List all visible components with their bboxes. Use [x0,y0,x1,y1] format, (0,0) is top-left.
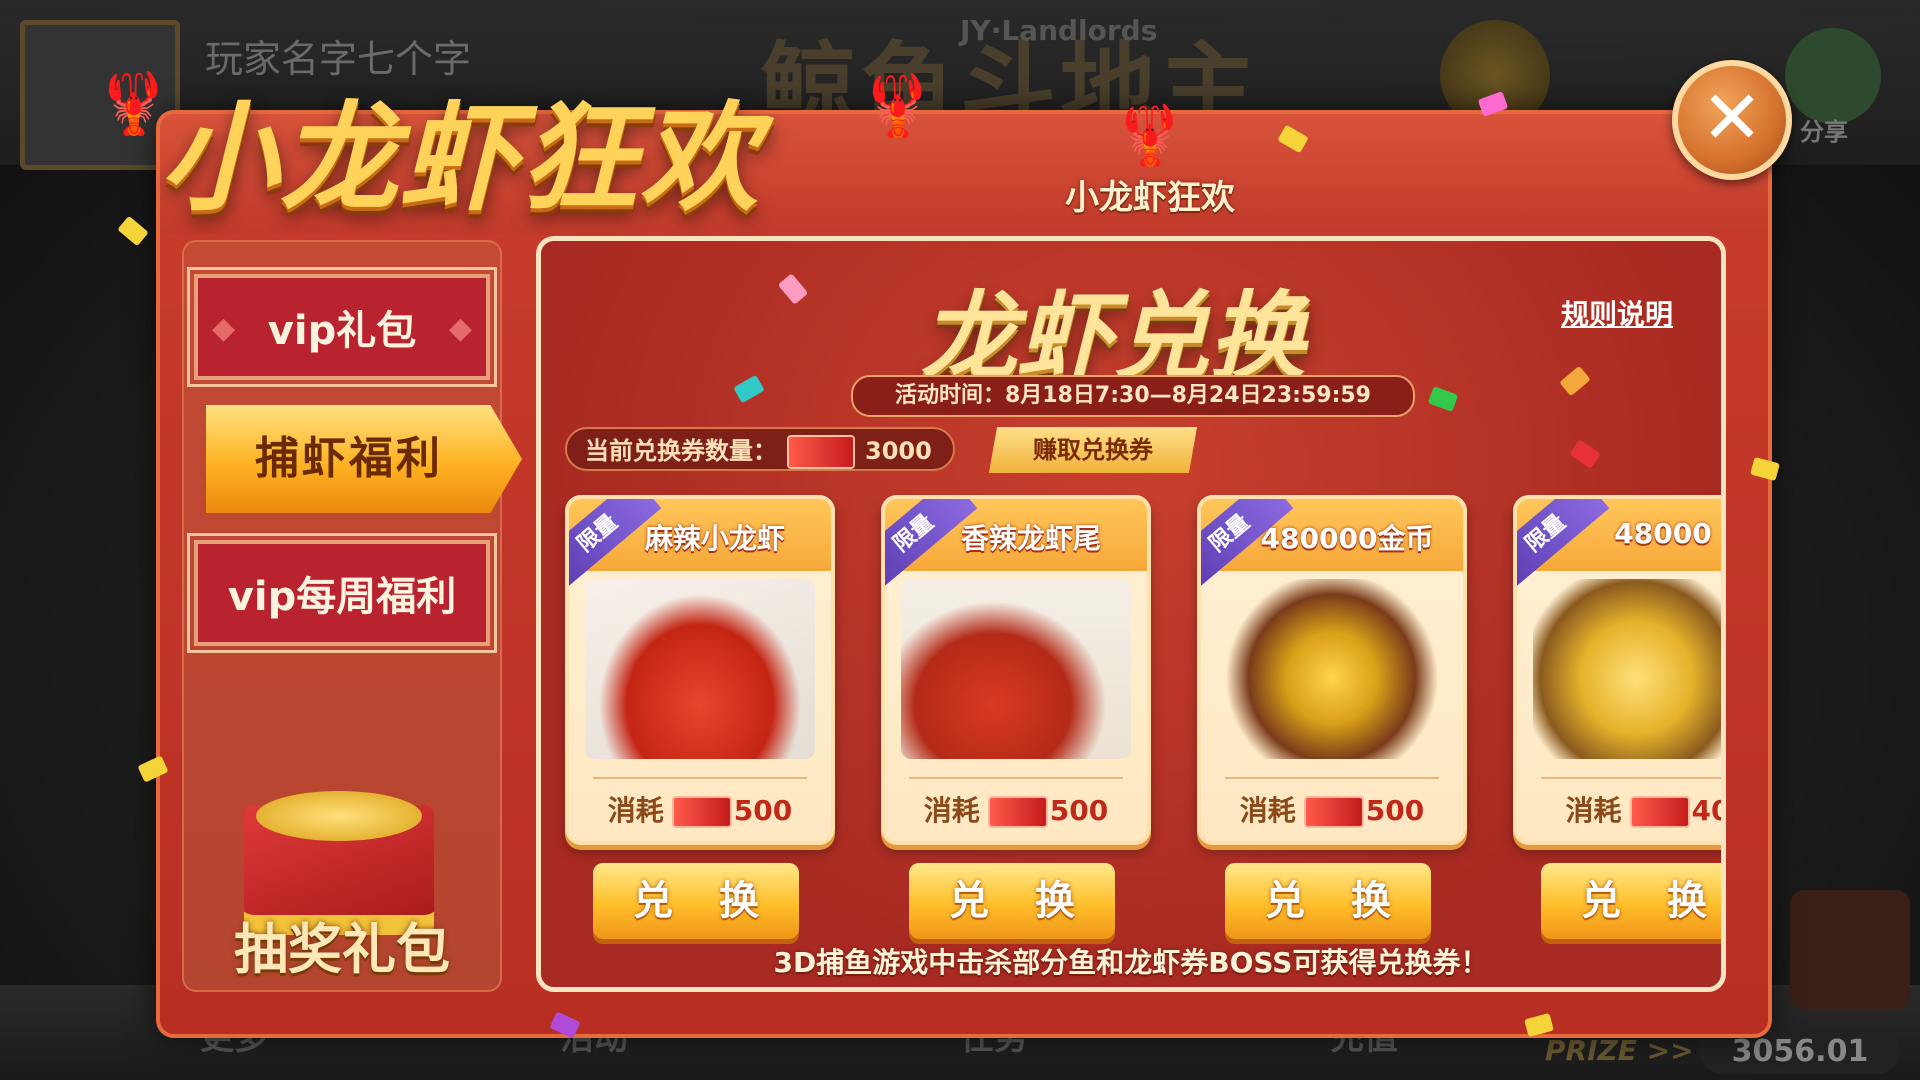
voucher-ticket-icon [987,796,1048,828]
voucher-count: 3000 [865,437,932,465]
exchange-button[interactable]: 兑 换 [1225,863,1431,939]
reward-cost: 消耗 500 [1201,789,1463,829]
exchange-button[interactable]: 兑 换 [909,863,1115,939]
cost-label: 消耗 [1565,794,1622,827]
card-divider [909,777,1123,779]
crayfish-tail-image [901,579,1131,759]
reward-cost: 消耗 40 [1517,789,1721,829]
cost-value: 500 [733,794,793,827]
lottery-pack-label: 抽奖礼包 [234,918,450,981]
voucher-ticket-icon [1629,796,1690,828]
gold-coins-icon [256,791,422,841]
rules-link[interactable]: 规则说明 [1561,293,1673,333]
reward-card: 限量 480000金币 消耗 500 [1197,495,1467,845]
card-divider [1225,777,1439,779]
diamond-deco-icon: ◆ [448,311,472,346]
reward-cost: 消耗 500 [885,789,1147,829]
prize-label[interactable]: PRIZE >> [1545,1034,1694,1067]
event-title: 小龙虾狂欢 [160,89,761,227]
sidebar-item-label: vip每周福利 [227,574,457,620]
sidebar-item-vip-weekly[interactable]: vip每周福利 [187,533,497,653]
lottery-pack-button[interactable]: 抽奖礼包 [204,791,480,981]
voucher-label: 当前兑换券数量： [585,437,777,465]
reward-cost: 消耗 500 [569,789,831,829]
earn-voucher-button[interactable]: 赚取兑换券 [988,427,1198,473]
event-badge-label: 小龙虾狂欢 [1065,178,1235,218]
reward-card: 限量 香辣龙虾尾 消耗 500 [881,495,1151,845]
card-divider [593,777,807,779]
sidebar: ◆ vip礼包 ◆ 捕虾福利 vip每周福利 抽奖礼包 [182,240,522,992]
cost-label: 消耗 [1239,794,1296,827]
reward-name: 麻辣小龙虾 [644,522,785,555]
cost-label: 消耗 [923,794,980,827]
sidebar-item-shrimp-welfare[interactable]: 捕虾福利 [206,405,522,513]
confetti-deco [117,215,149,247]
sidebar-item-vip-pack[interactable]: ◆ vip礼包 ◆ [187,267,497,387]
voucher-ticket-icon [787,435,855,469]
spicy-crayfish-image [585,579,815,759]
activity-time: 活动时间：8月18日7:30—8月24日23:59:59 [851,375,1415,417]
close-button[interactable]: ✕ [1672,60,1792,180]
wechat-icon[interactable] [1785,28,1881,124]
crayfish-right-icon: 🦞 [860,71,935,141]
reward-card: 限量 48000 消耗40 [1513,495,1721,845]
reward-card: 限量 麻辣小龙虾 消耗 500 [565,495,835,845]
cost-label: 消耗 [607,794,664,827]
footer-note: 3D捕鱼游戏中击杀部分鱼和龙虾券BOSS可获得兑换券！ [773,946,1489,979]
card-divider [1541,777,1721,779]
voucher-ticket-icon [1303,796,1364,828]
exchange-button[interactable]: 兑 换 [1541,863,1721,939]
exchange-button[interactable]: 兑 换 [593,863,799,939]
share-label: 分享 [1800,118,1848,146]
exchange-area: 龙虾兑换 规则说明 活动时间：8月18日7:30—8月24日23:59:59 当… [536,236,1726,992]
red-packet-icon[interactable] [1790,890,1910,1010]
treasure-chest-image [1533,579,1721,759]
reward-name: 480000金币 [1260,522,1434,555]
coin-bag-image [1217,579,1447,759]
game-logo-en: JY·Landlords [960,14,1158,47]
cost-value: 500 [1365,794,1425,827]
sidebar-item-label: vip礼包 [267,308,417,354]
sidebar-item-label: 捕虾福利 [255,433,443,484]
voucher-ticket-icon [671,796,732,828]
cost-value: 500 [1049,794,1109,827]
event-badge: 🦞 小龙虾狂欢 [1050,100,1250,219]
crayfish-mascot-icon: 🦞 [1113,101,1187,169]
voucher-count-bar: 当前兑换券数量： 3000 [565,427,955,471]
close-icon: ✕ [1700,75,1763,161]
diamond-deco-icon: ◆ [212,311,236,346]
cost-value: 40 [1691,794,1721,827]
reward-name: 香辣龙虾尾 [960,522,1101,555]
reward-name: 48000 [1614,517,1712,550]
earn-voucher-label: 赚取兑换券 [1033,436,1153,464]
